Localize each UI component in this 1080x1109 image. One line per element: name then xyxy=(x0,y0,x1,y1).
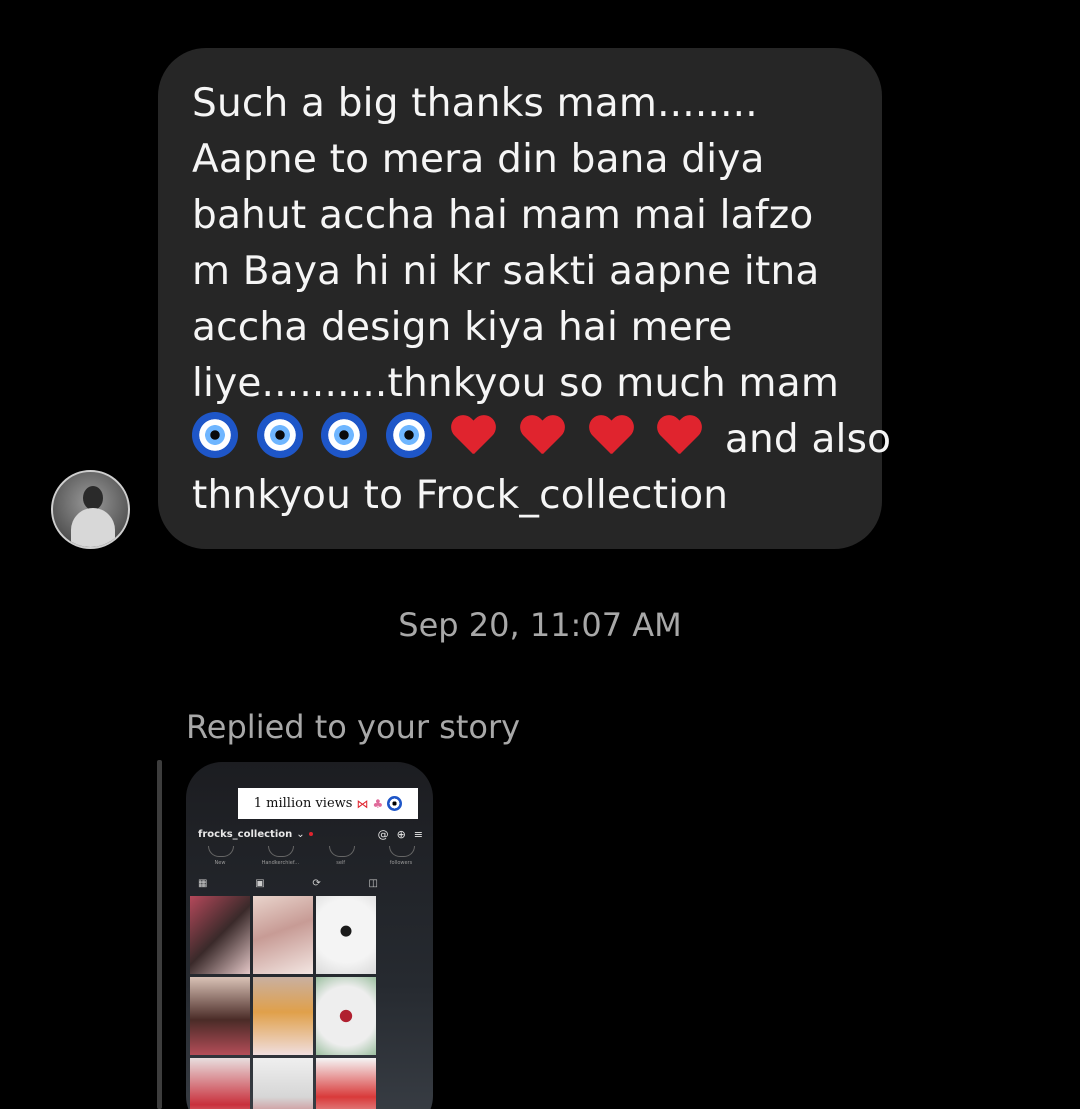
avatar-body xyxy=(71,508,115,547)
tagged-icon: ◫ xyxy=(368,878,378,889)
highlight-label: New xyxy=(198,846,242,870)
story-profile-tabs: ▦ ▣ ⟳ ◫ xyxy=(198,878,378,894)
message-timestamp: Sep 20, 11:07 AM xyxy=(398,606,682,644)
message-line: m Baya hi ni kr sakti aapne itna xyxy=(192,249,820,294)
reply-indicator-bar xyxy=(157,760,162,1109)
message-line: accha design kiya hai mere xyxy=(192,305,733,350)
nazar-amulet-icon xyxy=(192,412,238,458)
highlight-label: followers xyxy=(379,846,423,870)
grid-icon: ▦ xyxy=(198,878,208,889)
story-post-grid xyxy=(190,896,378,1109)
post-thumbnail xyxy=(316,896,376,974)
post-thumbnail xyxy=(253,977,313,1055)
nazar-amulet-icon xyxy=(387,796,403,811)
reels-icon: ▣ xyxy=(255,878,265,889)
chevron-down-icon: ⌄ xyxy=(296,828,305,840)
post-thumbnail xyxy=(190,1058,250,1109)
nazar-amulet-icon xyxy=(385,412,432,458)
reply-context-label: Replied to your story xyxy=(186,708,521,746)
message-line: Such a big thanks mam........ xyxy=(192,81,758,126)
red-heart-icon xyxy=(656,416,702,458)
avatar-head xyxy=(83,486,103,510)
threads-icon: @ xyxy=(377,827,389,841)
post-thumbnail xyxy=(253,896,313,974)
repost-icon: ⟳ xyxy=(312,878,321,889)
story-profile-header: frocks_collection ⌄ @ ⊕ ≡ xyxy=(198,826,423,842)
post-thumbnail xyxy=(316,1058,376,1109)
message-line: bahut accha hai mam mai lafzo xyxy=(192,193,814,238)
nazar-amulet-icon xyxy=(256,412,303,458)
message-bubble[interactable]: Such a big thanks mam........ Aapne to m… xyxy=(158,48,891,549)
story-highlights: New Handkerchief... self followers xyxy=(198,846,423,870)
red-heart-icon xyxy=(588,416,634,458)
story-text-sticker: 1 million views ⋈ ♣ xyxy=(238,788,418,819)
story-thumbnail[interactable]: 1 million views ⋈ ♣ frocks_collection ⌄ … xyxy=(186,762,433,1109)
message-emoji-line: and also xyxy=(192,412,891,468)
message-line: liye..........thnkyou so much mam xyxy=(192,361,840,406)
add-icon: ⊕ xyxy=(396,827,406,841)
post-thumbnail xyxy=(190,977,250,1055)
post-thumbnail xyxy=(253,1058,313,1109)
message-line: Aapne to mera din bana diya xyxy=(192,137,765,182)
chat-screen: Such a big thanks mam........ Aapne to m… xyxy=(0,0,1080,1109)
menu-icon: ≡ xyxy=(413,827,423,841)
story-username: frocks_collection xyxy=(198,828,293,840)
post-thumbnail xyxy=(316,977,376,1055)
message-line: thnkyou to Frock_collection xyxy=(192,473,729,518)
message-line: and also xyxy=(724,417,892,462)
ribbon-icon: ⋈ xyxy=(356,796,369,811)
post-thumbnail xyxy=(190,896,250,974)
red-heart-icon xyxy=(450,416,496,458)
nazar-amulet-icon xyxy=(321,412,368,458)
red-heart-icon xyxy=(519,416,565,458)
highlight-label: self xyxy=(319,846,363,870)
sender-avatar[interactable] xyxy=(51,470,130,549)
sticker-text: 1 million views xyxy=(253,796,353,811)
highlight-label: Handkerchief... xyxy=(258,846,302,870)
notification-dot xyxy=(308,832,313,836)
tulip-icon: ♣ xyxy=(372,796,384,811)
